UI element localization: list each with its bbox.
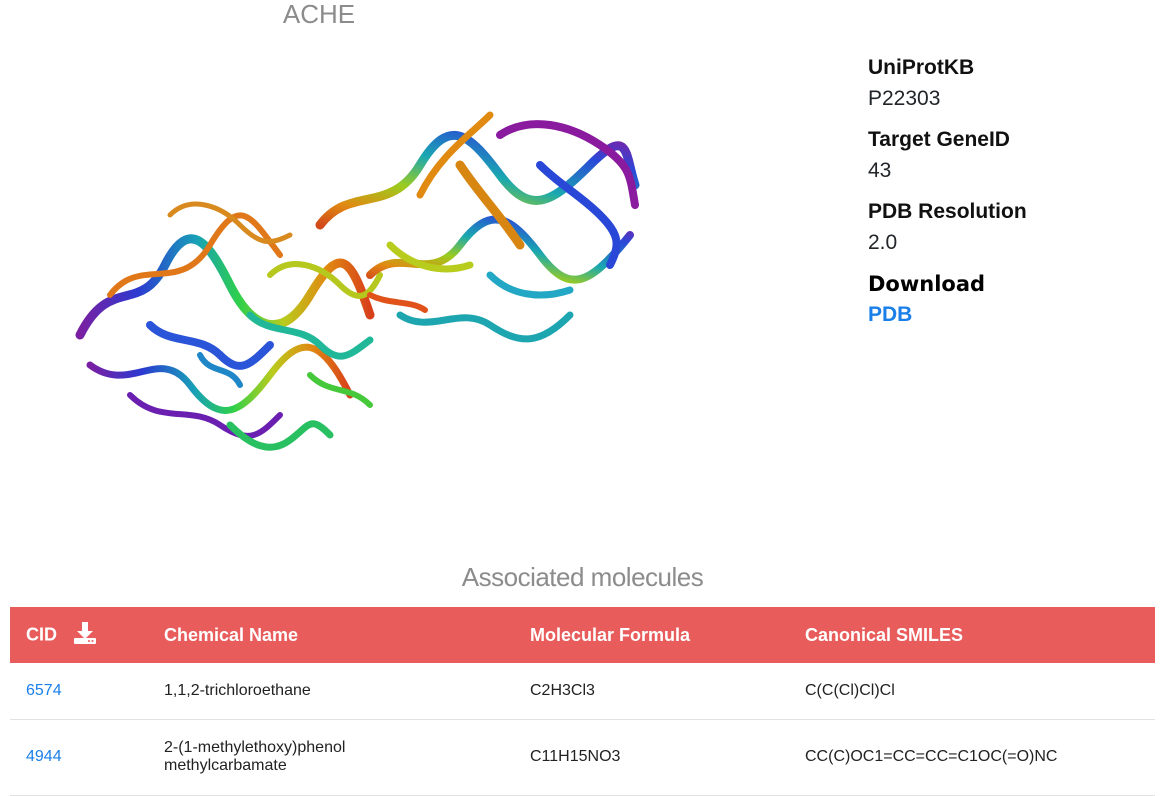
cid-header-label: CID (26, 623, 57, 644)
canonical-smiles-cell: C(C(Cl)Cl)Cl (789, 663, 1155, 720)
uniprot-value: P22303 (868, 87, 941, 110)
uniprot-label: UniProtKB (868, 56, 975, 79)
geneid-value: 43 (868, 159, 892, 182)
target-info-panel: UniProtKB P22303 Target GeneID 43 PDB Re… (868, 55, 1148, 327)
chemical-name-header[interactable]: Chemical Name (148, 607, 514, 663)
chemical-name-cell: 2-(1-methylethoxy)phenol methylcarbamate (148, 719, 514, 796)
molecular-formula-header[interactable]: Molecular Formula (514, 607, 789, 663)
canonical-smiles-cell: CC(C)OC1=CC=CC=C1OC(=O)NC (789, 719, 1155, 796)
download-icon[interactable] (72, 620, 98, 651)
molecular-formula-cell: C2H3Cl3 (514, 663, 789, 720)
cid-header[interactable]: CID (10, 607, 148, 663)
resolution-label: PDB Resolution (868, 200, 1027, 223)
table-row: 4944 2-(1-methylethoxy)phenol methylcarb… (10, 719, 1155, 796)
cid-link[interactable]: 6574 (26, 682, 62, 699)
resolution-value: 2.0 (868, 231, 898, 254)
molecular-formula-cell: C11H15NO3 (514, 719, 789, 796)
protein-structure-image[interactable] (70, 95, 640, 470)
pdb-download-link[interactable]: PDB (868, 303, 912, 327)
table-header-row: CID Chemical Name Molecular Formula Cano… (10, 607, 1155, 663)
geneid-label: Target GeneID (868, 128, 1010, 151)
associated-molecules-title: Associated molecules (461, 562, 704, 592)
download-label: Download (868, 272, 986, 296)
molecules-table: CID Chemical Name Molecular Formula Cano… (10, 607, 1155, 796)
table-row: 6574 1,1,2-trichloroethane C2H3Cl3 C(C(C… (10, 663, 1155, 720)
cid-link[interactable]: 4944 (26, 748, 62, 765)
chemical-name-cell: 1,1,2-trichloroethane (148, 663, 514, 720)
protein-ribbon-graphic (75, 111, 640, 451)
canonical-smiles-header[interactable]: Canonical SMILES (789, 607, 1155, 663)
target-title: ACHE (282, 0, 356, 29)
